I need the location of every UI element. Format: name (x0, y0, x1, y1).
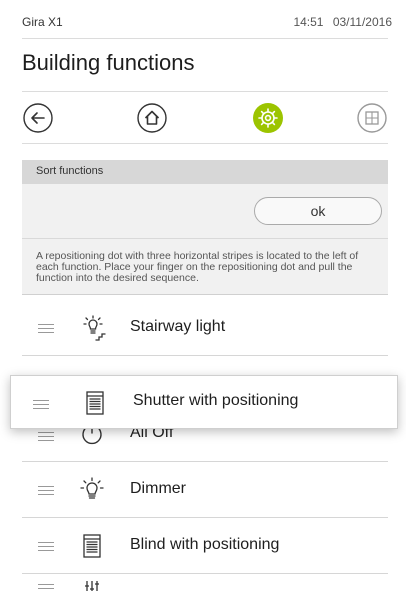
function-row-partial[interactable] (22, 574, 388, 591)
function-label: Blind with positioning (130, 536, 280, 553)
sort-instructions: A repositioning dot with three horizonta… (22, 239, 388, 295)
home-button[interactable] (136, 102, 168, 134)
function-label: Shutter with positioning (133, 392, 299, 409)
ok-area: ok (22, 184, 388, 239)
grid-view-button[interactable] (356, 102, 388, 134)
settings-button[interactable] (252, 102, 284, 134)
sort-functions-header: Sort functions (22, 160, 388, 184)
device-name: Gira X1 (22, 15, 63, 29)
back-arrow-icon (23, 103, 53, 133)
page-title: Building functions (22, 50, 195, 75)
nav-divider (22, 143, 388, 144)
nav-bar (22, 95, 388, 141)
status-divider (22, 38, 388, 39)
sort-functions-label: Sort functions (36, 165, 104, 177)
drag-handle-icon[interactable] (38, 542, 54, 552)
drag-handle-icon[interactable] (38, 432, 54, 442)
function-row-stairway-light[interactable]: Stairway light (22, 300, 388, 356)
dimmer-bulb-icon (78, 476, 106, 504)
function-label: Stairway light (130, 318, 226, 335)
status-time: 14:51 (293, 15, 324, 29)
function-row-blind[interactable]: Blind with positioning (22, 518, 388, 574)
back-button[interactable] (22, 102, 54, 134)
drag-handle-icon[interactable] (33, 400, 49, 410)
home-icon (137, 103, 167, 133)
title-divider (22, 91, 388, 92)
function-label: Dimmer (130, 480, 186, 497)
stairway-light-icon (78, 314, 106, 342)
settings-gear-icon (253, 103, 283, 133)
partial-function-icon (78, 578, 106, 591)
status-bar: Gira X1 14:51 03/11/2016 (0, 0, 406, 40)
function-row-dimmer[interactable]: Dimmer (22, 462, 388, 518)
drag-handle-icon[interactable] (38, 486, 54, 496)
status-datetime: 14:51 03/11/2016 (293, 15, 392, 29)
status-date: 03/11/2016 (332, 15, 392, 29)
drag-handle-icon[interactable] (38, 584, 54, 591)
shutter-icon (81, 389, 109, 417)
blind-icon (78, 532, 106, 560)
drag-handle-icon[interactable] (38, 324, 54, 334)
grid-icon (357, 103, 387, 133)
ok-button[interactable]: ok (254, 197, 382, 225)
function-row-shutter-dragging[interactable]: Shutter with positioning (10, 375, 398, 429)
